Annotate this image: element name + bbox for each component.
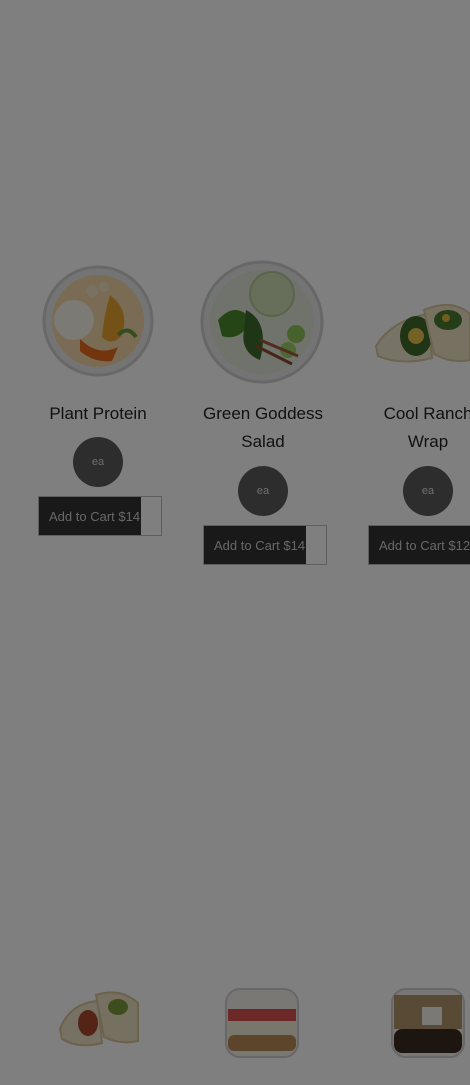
modal-backdrop-overlay[interactable]: [0, 0, 470, 1085]
